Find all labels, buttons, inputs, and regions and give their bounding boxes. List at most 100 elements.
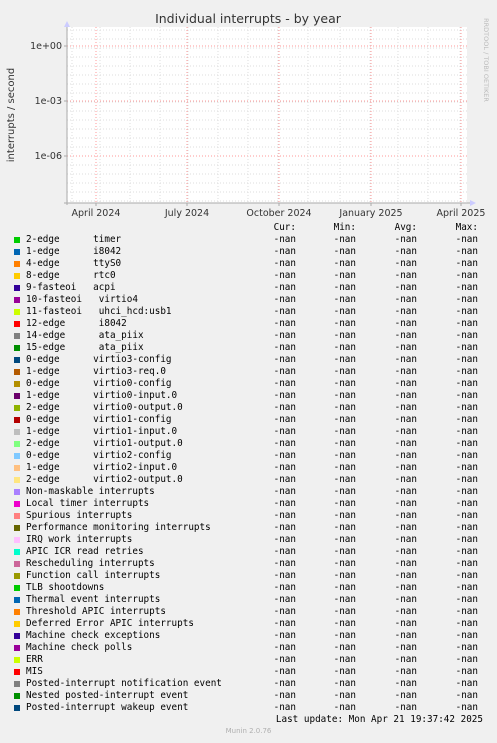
legend-min-value: -nan [333,534,356,545]
legend-row: 1-edge virtio0-input.0 -nan -nan -nan -nan [0,390,497,402]
legend-swatch [14,705,20,711]
legend-row: MIS -nan -nan -nan -nan [0,666,497,678]
legend-min-value: -nan [333,558,356,569]
legend-row: Spurious interrupts -nan -nan -nan -nan [0,510,497,522]
legend-header: Cur: Min: Avg: Max: [0,222,497,234]
legend-avg-value: -nan [394,642,417,653]
legend-max-value: -nan [455,654,478,665]
legend-series-name: Non-maskable interrupts [26,486,155,497]
legend-row: Posted-interrupt notification event -nan -… [0,678,497,690]
legend-swatch [14,261,20,267]
legend-min-value: -nan [333,510,356,521]
legend-cur-value: -nan [273,390,296,401]
legend-min-value: -nan [333,594,356,605]
legend-swatch [14,285,20,291]
legend-min-value: -nan [333,522,356,533]
legend-series-name: 10-fasteoi virtio4 [26,294,138,305]
legend-max-value: -nan [455,510,478,521]
legend-min-value: -nan [333,246,356,257]
legend-cur-value: -nan [273,654,296,665]
legend-series-name: 0-edge virtio3-config [26,354,172,365]
legend-min-value: -nan [333,426,356,437]
legend-series-name: Thermal event interrupts [26,594,161,605]
legend-swatch [14,669,20,675]
legend-swatch [14,417,20,423]
legend-max-value: -nan [455,282,478,293]
legend-avg-value: -nan [394,330,417,341]
legend-swatch [14,297,20,303]
x-tick-label: January 2025 [338,208,402,219]
legend-series-name: Function call interrupts [26,570,161,581]
legend-max-value: -nan [455,678,478,689]
legend-row: Function call interrupts -nan -nan -nan -nan [0,570,497,582]
legend-row: 1-edge i8042 -nan -nan -nan -nan [0,246,497,258]
legend-max-value: -nan [455,438,478,449]
legend-row: 8-edge rtc0 -nan -nan -nan -nan [0,270,497,282]
legend-swatch [14,633,20,639]
legend-min-value: -nan [333,450,356,461]
legend-row: 1-edge virtio3-req.0 -nan -nan -nan -nan [0,366,497,378]
legend-row: 0-edge virtio3-config -nan -nan -nan -nan [0,354,497,366]
legend-cur-value: -nan [273,450,296,461]
legend-max-value: -nan [455,450,478,461]
legend-avg-value: -nan [394,354,417,365]
legend-min-value: -nan [333,570,356,581]
legend-series-name: 1-edge virtio0-input.0 [26,390,178,401]
legend-min-value: -nan [333,678,356,689]
legend-row: Threshold APIC interrupts -nan -nan -nan -na… [0,606,497,618]
chart-title: Individual interrupts - by year [155,11,342,26]
legend-swatch [14,453,20,459]
legend-row: 15-edge ata_piix -nan -nan -nan -nan [0,342,497,354]
legend-row: Machine check exceptions -nan -nan -nan -nan [0,630,497,642]
legend-avg-value: -nan [394,402,417,413]
legend-series-name: 15-edge ata_piix [26,342,144,353]
legend-avg-value: -nan [394,426,417,437]
legend-min-value: -nan [333,582,356,593]
legend-series-name: 2-edge virtio2-output.0 [26,474,183,485]
legend-series-name: APIC ICR read retries [26,546,144,557]
legend-swatch [14,645,20,651]
legend-min-value: -nan [333,366,356,377]
legend-row: 11-fasteoi uhci_hcd:usb1 -nan -nan -nan -nan [0,306,497,318]
legend-max-value: -nan [455,702,478,713]
legend-min-value: -nan [333,654,356,665]
legend-row: Nested posted-interrupt event -nan -nan -na… [0,690,497,702]
legend-series-name: 2-edge virtio1-output.0 [26,438,183,449]
legend-swatch [14,489,20,495]
legend-cur-value: -nan [273,354,296,365]
legend-avg-value: -nan [394,702,417,713]
legend-avg-value: -nan [394,234,417,245]
legend-max-value: -nan [455,666,478,677]
legend-swatch [14,321,20,327]
legend-cur-value: -nan [273,606,296,617]
legend-min-value: -nan [333,270,356,281]
legend-max-value: -nan [455,258,478,269]
legend-min-value: -nan [333,462,356,473]
legend-max-value: -nan [455,486,478,497]
footer: Munin 2.0.76 [225,727,272,735]
x-tick-label: July 2024 [164,208,209,219]
legend-avg-value: -nan [394,246,417,257]
legend-cur-value: -nan [273,462,296,473]
legend-row: 0-edge virtio0-config -nan -nan -nan -nan [0,378,497,390]
legend-series-name: TLB shootdowns [26,582,105,593]
legend-avg-value: -nan [394,510,417,521]
legend-row: 2-edge virtio0-output.0 -nan -nan -nan -nan [0,402,497,414]
y-tick-label: 1e-06 [35,151,62,162]
legend-row: Posted-interrupt wakeup event -nan -nan -na… [0,702,497,714]
legend-max-value: -nan [455,354,478,365]
legend-avg-value: -nan [394,534,417,545]
legend-avg-value: -nan [394,390,417,401]
legend-series-name: Performance monitoring interrupts [26,522,211,533]
legend-col-min: Min: [333,222,356,233]
legend-row: Local timer interrupts -nan -nan -nan -nan [0,498,497,510]
legend-avg-value: -nan [394,594,417,605]
legend-swatch [14,597,20,603]
legend-min-value: -nan [333,402,356,413]
legend-cur-value: -nan [273,234,296,245]
legend-avg-value: -nan [394,282,417,293]
legend-row: ERR -nan -nan -nan -nan [0,654,497,666]
chart: Individual interrupts - by year interrup… [6,11,490,219]
legend-cur-value: -nan [273,498,296,509]
legend-swatch [14,357,20,363]
